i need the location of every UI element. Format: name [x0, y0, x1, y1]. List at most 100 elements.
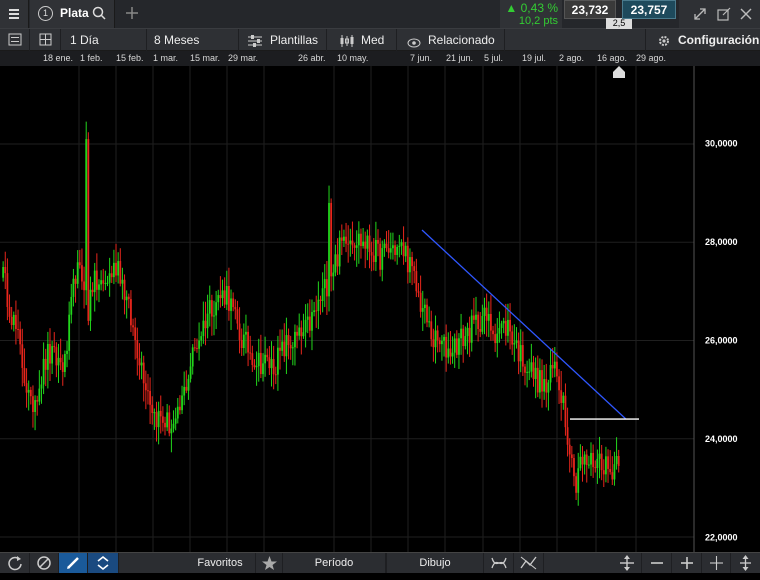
candle-down — [449, 348, 452, 357]
menu-icon[interactable] — [0, 0, 29, 28]
candle-down — [23, 367, 26, 384]
current-time-marker[interactable] — [613, 66, 625, 78]
candle-up — [42, 358, 45, 385]
layout-icon[interactable] — [30, 29, 61, 51]
settings-button[interactable]: Configuración — [645, 29, 760, 51]
candle-down — [204, 320, 207, 329]
favorites-button[interactable]: Favoritos — [185, 553, 256, 573]
magnet-icon[interactable] — [88, 553, 119, 573]
candle-down — [266, 354, 269, 358]
fibonacci-icon[interactable] — [484, 553, 514, 573]
candle-up — [106, 282, 109, 284]
instrument-tab[interactable]: 1 Plata — [30, 0, 115, 28]
candle-down — [61, 362, 64, 372]
candle-up — [34, 400, 36, 413]
price-type-button[interactable]: Med — [327, 29, 397, 51]
candle-down — [251, 353, 254, 365]
candle-down — [490, 313, 492, 331]
candle-up — [338, 237, 341, 267]
candle-up — [355, 245, 358, 248]
date-label: 29 mar. — [228, 53, 259, 63]
candle-down — [345, 236, 347, 244]
period-button[interactable]: Período — [283, 553, 386, 573]
candle-up — [519, 345, 522, 362]
candle-down — [479, 328, 482, 332]
candle-down — [272, 359, 275, 375]
zoom-out-icon[interactable] — [642, 553, 672, 573]
candle-down — [485, 307, 488, 321]
candle-up — [76, 262, 79, 284]
pencil-icon[interactable] — [59, 553, 88, 573]
drawing-button[interactable]: Dibujo — [386, 553, 484, 573]
crosshair-icon[interactable] — [702, 553, 731, 573]
date-label: 10 may. — [337, 53, 369, 63]
buy-price-button[interactable]: 23,757 — [622, 0, 676, 19]
candle-down — [274, 374, 277, 376]
candle-down — [74, 278, 77, 284]
refresh-icon[interactable] — [0, 553, 30, 573]
date-label: 2 ago. — [559, 53, 585, 63]
candle-down — [524, 366, 526, 373]
related-button[interactable]: Relacionado — [397, 29, 505, 51]
candle-down — [238, 323, 241, 340]
search-icon[interactable] — [92, 6, 106, 25]
date-label: 1 feb. — [80, 53, 103, 63]
candle-down — [161, 416, 164, 423]
trendline[interactable] — [421, 229, 627, 420]
candle-up — [217, 295, 220, 303]
candle-down — [319, 299, 322, 301]
price-chart[interactable]: 30,0000 28,0000 26,0000 24,0000 22,0000 — [0, 66, 760, 552]
candle-down — [10, 316, 13, 325]
candle-up — [40, 384, 43, 389]
close-icon[interactable] — [739, 7, 753, 26]
candle-up — [189, 366, 192, 379]
candle-down — [556, 361, 558, 377]
ytick-label: 22,0000 — [705, 533, 738, 543]
candle-up — [334, 254, 337, 273]
candle-down — [387, 248, 390, 253]
candle-down — [592, 452, 595, 468]
candle-down — [406, 245, 409, 273]
date-label: 19 jul. — [522, 53, 547, 63]
candle-up — [46, 343, 49, 370]
templates-button[interactable]: Plantillas — [239, 29, 327, 51]
candle-up — [464, 336, 467, 347]
candle-down — [509, 319, 511, 332]
disable-icon[interactable] — [30, 553, 59, 573]
candle-down — [44, 358, 47, 370]
zoom-in-icon[interactable] — [672, 553, 702, 573]
candle-down — [15, 314, 17, 329]
candle-up — [590, 452, 592, 465]
candle-up — [125, 296, 128, 301]
candle-up — [255, 366, 258, 368]
candle-up — [423, 304, 426, 309]
interval-selector[interactable]: 1 Día — [61, 29, 147, 51]
candle-down — [185, 386, 188, 391]
popout-icon[interactable] — [717, 7, 731, 26]
sell-price-button[interactable]: 23,732 — [564, 0, 616, 19]
expand-icon[interactable] — [693, 7, 707, 26]
candle-down — [385, 243, 388, 249]
candle-up — [381, 248, 384, 270]
chart-toolbar: 1 Día 8 Meses Plantillas Med Relacionado… — [0, 29, 760, 51]
candle-down — [455, 338, 458, 355]
add-tab-icon[interactable] — [124, 5, 140, 26]
candle-down — [110, 273, 113, 278]
vertical-scale-icon[interactable] — [731, 553, 760, 573]
range-selector[interactable]: 8 Meses — [147, 29, 239, 51]
list-icon[interactable] — [0, 29, 30, 51]
candle-down — [402, 242, 405, 257]
candle-down — [59, 357, 62, 363]
star-icon[interactable] — [256, 553, 283, 573]
candle-up — [400, 242, 403, 246]
pan-icon[interactable] — [612, 553, 642, 573]
candle-up — [500, 323, 503, 328]
instrument-header: 1 Plata ▲ 0,43 % 10,2 pts 23,732 2,5 23,… — [0, 0, 760, 29]
candle-down — [81, 265, 83, 282]
candle-up — [366, 235, 369, 249]
candle-down — [600, 453, 603, 471]
candle-down — [325, 279, 328, 297]
candle-down — [196, 347, 198, 349]
candle-up — [93, 270, 96, 293]
indicator-icon[interactable] — [514, 553, 544, 573]
